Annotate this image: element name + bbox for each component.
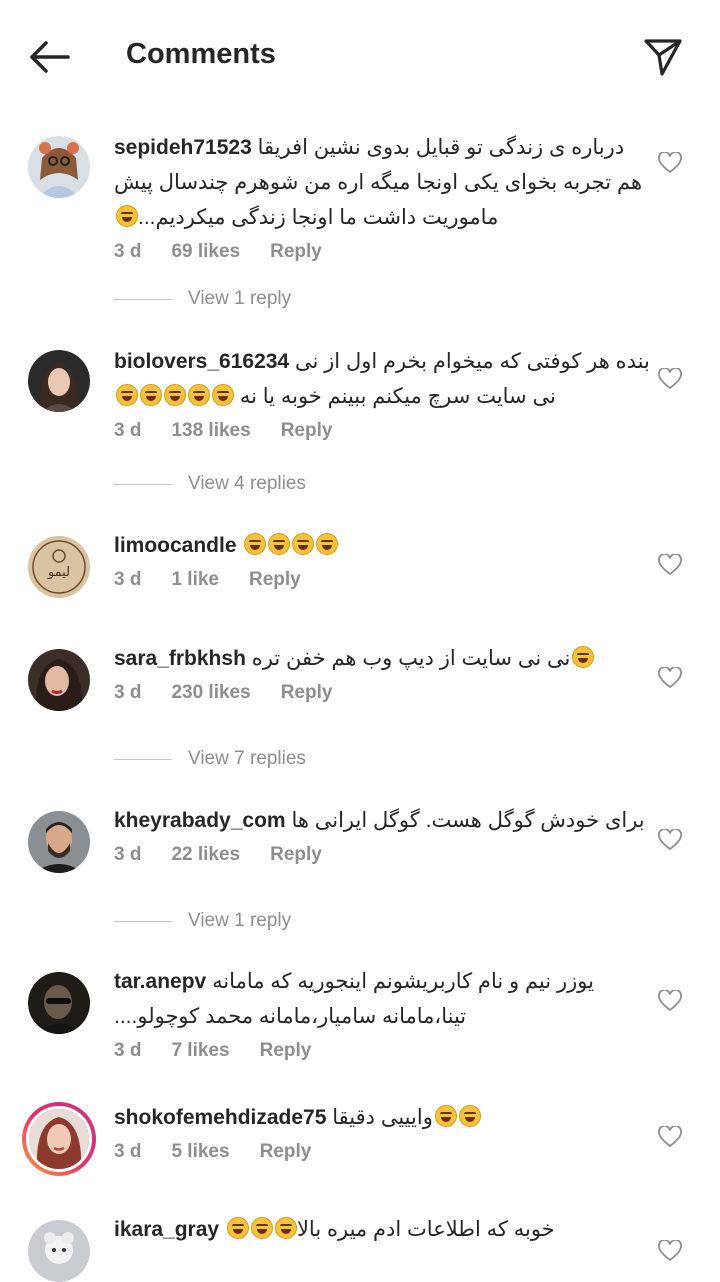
comment-likes[interactable]: 1 like — [171, 569, 219, 590]
view-replies-label: View 7 replies — [188, 748, 306, 769]
reply-button[interactable]: Reply — [260, 1141, 312, 1162]
reply-button[interactable]: Reply — [281, 420, 333, 441]
divider — [114, 298, 172, 300]
comment-username[interactable]: ikara_gray — [114, 1218, 219, 1241]
comment-text: وایییی دقیقا — [332, 1106, 433, 1129]
reply-button[interactable]: Reply — [281, 682, 333, 703]
divider — [114, 758, 172, 760]
laughing-emoji-icon — [316, 533, 339, 555]
like-heart-icon[interactable] — [658, 368, 682, 390]
comment-likes[interactable]: 230 likes — [171, 682, 250, 703]
send-icon[interactable] — [640, 34, 686, 80]
reply-button[interactable]: Reply — [260, 1040, 312, 1061]
like-heart-icon[interactable] — [658, 667, 682, 689]
like-heart-icon[interactable] — [658, 1240, 682, 1262]
reply-button[interactable]: Reply — [270, 844, 322, 865]
avatar[interactable] — [28, 350, 90, 412]
avatar-with-story-ring[interactable] — [22, 1102, 96, 1176]
comment-username[interactable]: sara_frbkhsh — [114, 647, 246, 670]
divider — [114, 920, 172, 922]
view-replies-button[interactable]: View 1 reply — [114, 288, 291, 310]
view-replies-label: View 4 replies — [188, 473, 306, 494]
view-replies-label: View 1 reply — [188, 910, 292, 931]
laughing-emoji-icon — [244, 533, 267, 555]
laughing-emoji-icon — [140, 384, 162, 406]
comment-time: 3 d — [114, 241, 142, 262]
back-arrow-icon[interactable] — [26, 34, 72, 80]
avatar[interactable] — [28, 811, 90, 873]
view-replies-button[interactable]: View 4 replies — [114, 473, 306, 495]
comment-likes[interactable]: 69 likes — [171, 241, 240, 262]
comment-text: نی سایت سرچ میکنم ببینم خوبه یا نه — [239, 385, 556, 408]
comment-time: 3 d — [114, 569, 142, 590]
comment-text: بنده هر کوفتی که میخوام بخرم اول از نی — [294, 350, 650, 373]
comment-time: 3 d — [114, 1040, 142, 1061]
laughing-emoji-icon — [212, 384, 234, 406]
laughing-emoji-icon — [226, 1217, 249, 1239]
like-heart-icon[interactable] — [658, 990, 682, 1012]
like-heart-icon[interactable] — [658, 829, 682, 851]
laughing-emoji-icon — [274, 1217, 297, 1239]
avatar[interactable] — [28, 972, 90, 1034]
laughing-emoji-icon — [434, 1105, 457, 1127]
avatar[interactable]: لیمو — [28, 536, 90, 598]
laughing-emoji-icon — [458, 1105, 481, 1127]
avatar[interactable] — [28, 649, 90, 711]
comment-text: خوبه که اطلاعات ادم میره بالا — [296, 1218, 555, 1241]
comment-text: هم تجربه بخوای یکی اونجا میگه اره من شوه… — [114, 171, 643, 194]
comment-username[interactable]: limoocandle — [114, 534, 237, 557]
comment-likes[interactable]: 138 likes — [171, 420, 250, 441]
laughing-emoji-icon — [116, 384, 138, 406]
page-title: Comments — [126, 38, 276, 70]
comment-text: یوزر نیم و نام کاربریشونم اینجوریه که ما… — [212, 970, 594, 993]
laughing-emoji-icon — [188, 384, 210, 406]
like-heart-icon[interactable] — [658, 152, 682, 174]
comment-username[interactable]: biolovers_616234 — [114, 350, 289, 373]
divider — [114, 483, 172, 485]
comment-text: نی نی سایت از دیپ وب هم خفن تره — [251, 647, 571, 670]
reply-button[interactable]: Reply — [249, 569, 301, 590]
view-replies-button[interactable]: View 1 reply — [114, 910, 291, 932]
avatar[interactable] — [28, 1220, 90, 1282]
comment-username[interactable]: sepideh71523 — [114, 136, 252, 159]
comment-likes[interactable]: 22 likes — [171, 844, 240, 865]
comment-likes[interactable]: 5 likes — [171, 1141, 229, 1162]
comment-time: 3 d — [114, 420, 142, 441]
like-heart-icon[interactable] — [658, 1126, 682, 1148]
comment-text: ....تینا،مامانه سامیار،مامانه محمد کوچول… — [114, 1005, 467, 1028]
like-heart-icon[interactable] — [658, 554, 682, 576]
comment-username[interactable]: tar.anepv — [114, 970, 206, 993]
laughing-emoji-icon — [572, 646, 595, 668]
laughing-emoji-icon — [292, 533, 315, 555]
view-replies-button[interactable]: View 7 replies — [114, 748, 306, 770]
comment-time: 3 d — [114, 1141, 142, 1162]
comment-username[interactable]: kheyrabady_com — [114, 809, 286, 832]
comment-time: 3 d — [114, 682, 142, 703]
comment-likes[interactable]: 7 likes — [171, 1040, 229, 1061]
comment-text: برای خودش گوگل هست. گوگل ایرانی ها — [291, 809, 645, 832]
comment-username[interactable]: shokofemehdizade75 — [114, 1106, 326, 1129]
laughing-emoji-icon — [164, 384, 186, 406]
comment-time: 3 d — [114, 844, 142, 865]
comment-text: درباره ی زندگی تو قبایل بدوی نشین افریقا — [257, 136, 625, 159]
comment-text: ...ماموریت داشت ما اونجا زندگی میکردیم — [138, 206, 499, 229]
svg-text:لیمو: لیمو — [47, 565, 70, 580]
laughing-emoji-icon — [268, 533, 291, 555]
laughing-emoji-icon — [116, 205, 138, 227]
header: Comments — [0, 0, 720, 112]
view-replies-label: View 1 reply — [188, 288, 292, 309]
laughing-emoji-icon — [250, 1217, 273, 1239]
avatar[interactable] — [28, 136, 90, 198]
reply-button[interactable]: Reply — [270, 241, 322, 262]
